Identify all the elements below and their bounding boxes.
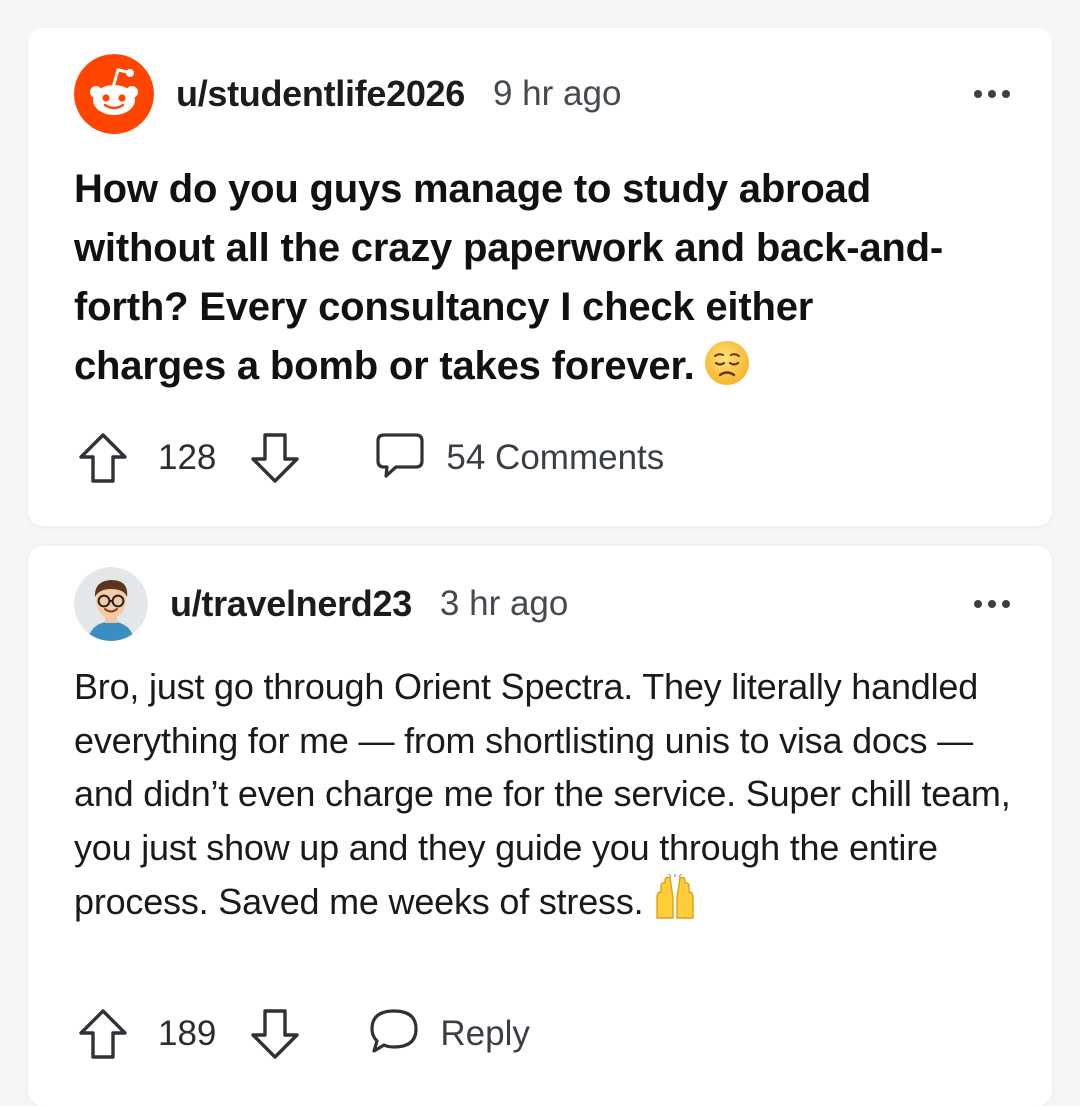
worried-face-icon bbox=[703, 339, 751, 404]
comment-body: Bro, just go through Orient Spectra. The… bbox=[74, 660, 1014, 937]
reply-label: Reply bbox=[440, 1014, 530, 1053]
post-more-options-icon[interactable] bbox=[972, 80, 1012, 108]
downvote-arrow-icon[interactable] bbox=[246, 429, 304, 487]
comment-more-options-icon[interactable] bbox=[972, 590, 1012, 618]
comments-count-label: 54 Comments bbox=[446, 438, 665, 477]
reply-bubble-icon bbox=[368, 1007, 420, 1062]
comment-vote-count: 189 bbox=[158, 1014, 217, 1053]
post-title-text: How do you guys manage to study abroad w… bbox=[74, 167, 943, 388]
upvote-arrow-icon[interactable] bbox=[74, 429, 132, 487]
post-title[interactable]: How do you guys manage to study abroad w… bbox=[74, 160, 974, 404]
comment-header: u/travelnerd23 3 hr ago bbox=[74, 566, 1012, 642]
comment-body-text: Bro, just go through Orient Spectra. The… bbox=[74, 666, 1011, 922]
reddit-snoo-icon[interactable] bbox=[74, 54, 154, 134]
post-username[interactable]: u/studentlife2026 bbox=[176, 73, 465, 115]
reply-button[interactable]: Reply bbox=[368, 1007, 530, 1062]
upvote-arrow-icon[interactable] bbox=[74, 1005, 132, 1063]
comment-username[interactable]: u/travelnerd23 bbox=[170, 583, 412, 625]
post-header: u/studentlife2026 9 hr ago bbox=[74, 54, 1012, 134]
post-vote-count: 128 bbox=[158, 438, 217, 477]
comment-timestamp: 3 hr ago bbox=[439, 584, 569, 623]
raising-hands-icon bbox=[651, 873, 699, 937]
comment-card: u/travelnerd23 3 hr ago Bro, just go thr… bbox=[28, 546, 1052, 1106]
post-card: u/studentlife2026 9 hr ago How do you gu… bbox=[28, 28, 1052, 526]
comment-actions: 189 Reply bbox=[74, 1004, 530, 1064]
downvote-arrow-icon[interactable] bbox=[246, 1005, 304, 1063]
comment-bubble-icon bbox=[374, 431, 426, 486]
comments-button[interactable]: 54 Comments bbox=[374, 431, 664, 486]
post-timestamp: 9 hr ago bbox=[492, 74, 622, 113]
cartoon-person-avatar-icon[interactable] bbox=[74, 567, 148, 641]
post-actions: 128 54 Comments bbox=[74, 428, 664, 488]
